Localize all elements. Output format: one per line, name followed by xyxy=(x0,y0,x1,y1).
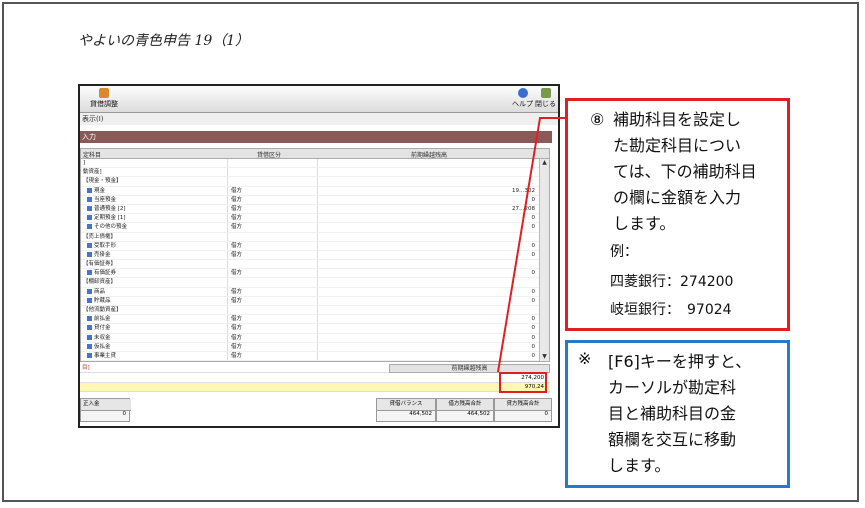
callout-step-8: ⑧ 補助科目を設定し た勘定科目につい ては、下の補助科目 の欄に金額を入力 し… xyxy=(565,98,790,331)
example-bank-2: 岐垣銀行： 97024 xyxy=(610,302,732,318)
callout-line: [F6]キーを押すと、 xyxy=(608,352,752,371)
callout-line: カーソルが勘定科 xyxy=(608,378,737,397)
callout-line: します。 xyxy=(608,456,671,475)
callout-line: 額欄を交互に移動 xyxy=(608,430,737,449)
example-bank-1: 四菱銀行：274200 xyxy=(610,274,734,290)
step-number: ⑧ xyxy=(590,110,605,129)
callout-line: の欄に金額を入力 xyxy=(613,188,742,207)
callout-f6-note: ※ [F6]キーを押すと、 カーソルが勘定科 目と補助科目の金 額欄を交互に移動… xyxy=(565,340,790,488)
callout-step-8-text: 補助科目を設定し た勘定科目につい ては、下の補助科目 の欄に金額を入力 します… xyxy=(613,107,788,237)
note-mark: ※ xyxy=(578,349,592,368)
callout-line: 補助科目を設定し xyxy=(613,110,742,129)
callout-line: た勘定科目につい xyxy=(613,136,742,155)
callout-line: 目と補助科目の金 xyxy=(608,404,737,423)
callout-line: ては、下の補助科目 xyxy=(613,162,757,181)
example-label: 例： xyxy=(610,244,638,260)
callout-f6-text: [F6]キーを押すと、 カーソルが勘定科 目と補助科目の金 額欄を交互に移動 し… xyxy=(608,349,788,479)
callout-line: します。 xyxy=(613,214,676,233)
